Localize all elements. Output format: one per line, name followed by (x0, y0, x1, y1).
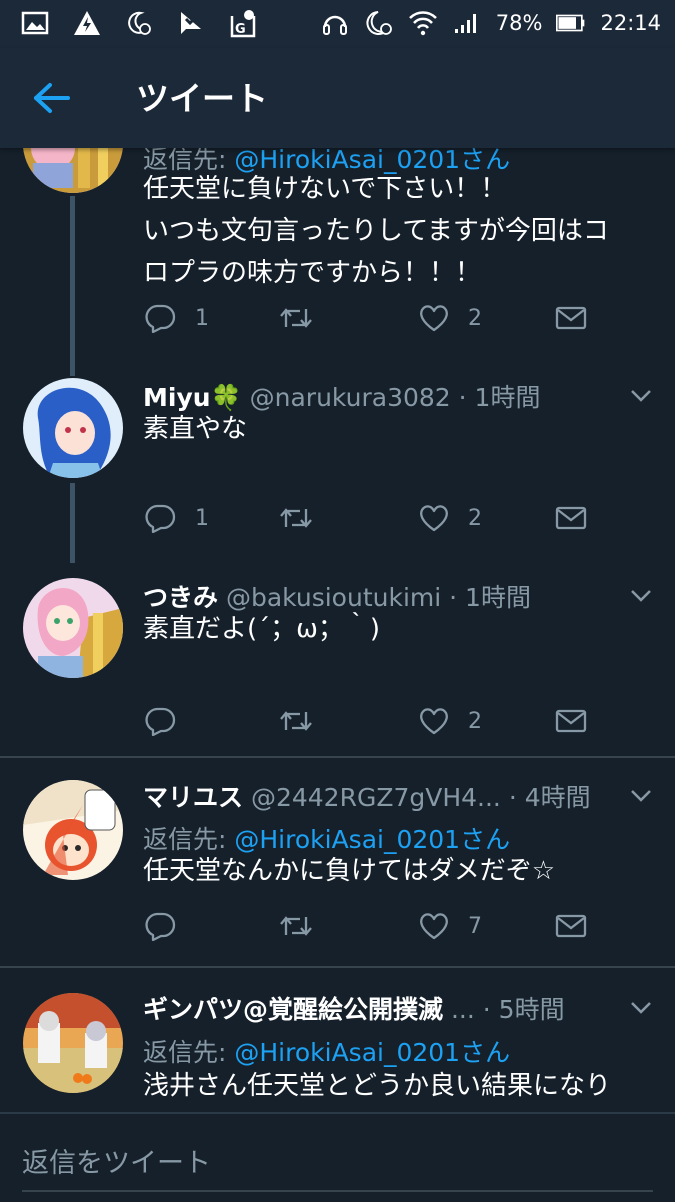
like-button[interactable]: 2 (418, 298, 482, 338)
map-g-icon: G (228, 8, 258, 38)
retweet-icon (280, 508, 312, 528)
reply-icon (145, 504, 176, 533)
heart-icon (420, 305, 448, 332)
mail-icon (555, 709, 587, 733)
retweet-icon (280, 711, 312, 731)
chevron-down-icon[interactable] (629, 588, 653, 604)
headphones-icon (320, 8, 350, 38)
thread-line (70, 196, 75, 376)
warning-icon (72, 8, 102, 38)
like-count: 2 (468, 305, 482, 331)
like-count: 2 (468, 505, 482, 531)
tweet-actions: 1 2 (143, 298, 643, 338)
reply-to-line: 返信先: @HirokiAsai_0201さん (143, 1038, 511, 1067)
reply-icon (145, 707, 176, 736)
retweet-button[interactable] (278, 701, 332, 741)
dm-share-button[interactable] (555, 906, 587, 946)
mail-icon (555, 306, 587, 330)
reply-input-underline (22, 1190, 653, 1192)
thread-line (70, 483, 75, 563)
avatar[interactable] (23, 993, 123, 1093)
top-app-bar: ツイート (0, 48, 675, 148)
user-handle[interactable]: ... (451, 995, 475, 1024)
tweet-time: · 4時間 (508, 783, 591, 812)
heart-icon (420, 505, 448, 532)
avatar[interactable] (23, 578, 123, 678)
status-bar: G 78% 22:14 (0, 0, 675, 48)
image-icon (20, 8, 50, 38)
tweet-header: マリユス @2442RGZ7gVH4... · 4時間 (143, 778, 591, 814)
tweet-actions: 2 (143, 701, 643, 741)
reply-button[interactable]: 1 (143, 298, 209, 338)
reply-button[interactable]: 1 (143, 498, 209, 538)
chevron-down-icon[interactable] (629, 388, 653, 404)
back-arrow-icon[interactable] (30, 78, 78, 118)
dm-share-button[interactable] (555, 701, 587, 741)
tweet-time: · 1時間 (458, 383, 541, 412)
reply-count: 1 (195, 505, 209, 531)
tweet[interactable]: ギンパツ@覚醒絵公開撲滅 ... · 5時間 返信先: @HirokiAsai_… (0, 968, 675, 1110)
heart-icon (420, 913, 448, 940)
mail-icon (555, 506, 587, 530)
like-count: 2 (468, 708, 482, 734)
mention-link[interactable]: @HirokiAsai_0201さん (234, 1038, 510, 1067)
dm-share-button[interactable] (555, 498, 587, 538)
tweet-text: 素直やな (143, 414, 248, 444)
tweet[interactable]: 返信先: @HirokiAsai_0201さん 任天堂に負けないで下さい！！ い… (0, 148, 675, 376)
chevron-down-icon[interactable] (629, 1000, 653, 1016)
signal-icon (452, 8, 482, 38)
tweet-header: ギンパツ@覚醒絵公開撲滅 ... · 5時間 (143, 990, 565, 1026)
like-button[interactable]: 7 (418, 906, 482, 946)
like-count: 7 (468, 913, 482, 939)
user-handle[interactable]: @narukura3082 (250, 383, 451, 412)
chevron-down-icon[interactable] (629, 788, 653, 804)
avatar[interactable] (23, 148, 123, 193)
tweet[interactable]: Miyu🍀 @narukura3082 · 1時間 素直やな 1 2 (0, 358, 675, 563)
check-flag-icon (176, 8, 206, 38)
battery-percent: 78% (495, 11, 543, 35)
wifi-icon (408, 8, 438, 38)
reply-input[interactable]: 返信をツイート (22, 1141, 211, 1180)
dm-share-button[interactable] (555, 298, 587, 338)
display-name[interactable]: ギンパツ@覚醒絵公開撲滅 (143, 995, 443, 1024)
tweet-text: 浅井さん任天堂とどうか良い結果になり (143, 1071, 612, 1101)
tweet-time: · 5時間 (482, 995, 565, 1024)
page-title: ツイート (136, 79, 268, 118)
clock-time: 22:14 (600, 11, 661, 35)
reply-button[interactable] (143, 701, 195, 741)
reply-icon (145, 304, 176, 333)
retweet-button[interactable] (278, 498, 332, 538)
retweet-button[interactable] (278, 298, 332, 338)
reply-count: 1 (195, 305, 209, 331)
tweet-time: · 1時間 (449, 583, 531, 612)
tweet-actions: 1 2 (143, 498, 643, 538)
moon-alarm-icon (124, 8, 154, 38)
moon-alarm-icon (364, 8, 394, 38)
tweet-actions: 7 (143, 906, 643, 946)
reply-button[interactable] (143, 906, 195, 946)
user-handle[interactable]: @2442RGZ7gVH4... (251, 783, 501, 812)
tweet-thread[interactable]: 返信先: @HirokiAsai_0201さん 任天堂に負けないで下さい！！ い… (0, 148, 675, 1110)
svg-text:G: G (235, 22, 246, 37)
avatar[interactable] (23, 780, 123, 880)
heart-icon (420, 708, 448, 735)
like-button[interactable]: 2 (418, 701, 482, 741)
tweet[interactable]: つきみ @bakusioutukimi · 1時間 素直だよ(´；ω；｀) 2 (0, 558, 675, 756)
tweet-text: 任天堂なんかに負けてはダメだぞ☆ (143, 856, 556, 886)
tweet[interactable]: マリユス @2442RGZ7gVH4... · 4時間 返信先: @Hiroki… (0, 758, 675, 966)
avatar[interactable] (23, 378, 123, 478)
mail-icon (555, 914, 587, 938)
like-button[interactable]: 2 (418, 498, 482, 538)
retweet-icon (280, 916, 312, 936)
reply-icon (145, 912, 176, 941)
retweet-button[interactable] (278, 906, 332, 946)
retweet-icon (280, 308, 312, 328)
battery-icon (556, 8, 586, 38)
tweet-text: 任天堂に負けないで下さい！！ いつも文句言ったりしてますが今回はコ ロプラの味方… (143, 174, 609, 288)
reply-composer[interactable]: 返信をツイート (0, 1112, 675, 1202)
tweet-text: 素直だよ(´；ω；｀) (143, 614, 381, 644)
display-name[interactable]: マリユス (143, 783, 243, 812)
